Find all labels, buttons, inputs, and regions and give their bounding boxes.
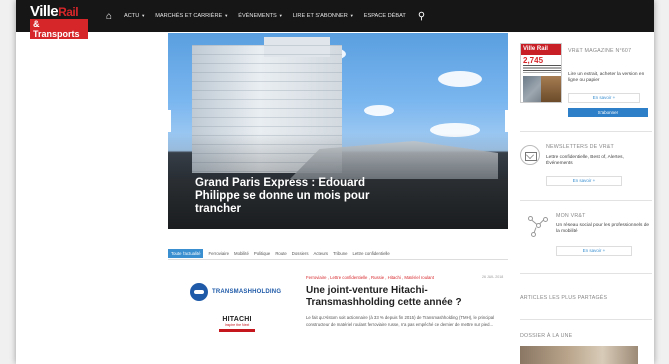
chevron-down-icon: ▼ xyxy=(278,13,283,18)
magazine-cover[interactable]: Ville Rail 2,745 xyxy=(520,43,562,103)
tab-route[interactable]: Route xyxy=(275,251,286,256)
search-icon[interactable]: ⚲ xyxy=(418,11,425,22)
tab-mobilite[interactable]: Mobilité xyxy=(234,251,249,256)
divider xyxy=(520,273,652,274)
divider xyxy=(168,259,508,260)
mail-icon xyxy=(520,145,540,165)
chevron-down-icon: ▼ xyxy=(224,13,229,18)
magazine-text: Lire un extrait, acheter la version en l… xyxy=(568,72,645,83)
transmashholding-logo[interactable]: TRANSMASHHOLDING xyxy=(190,283,290,303)
transmashholding-emblem xyxy=(190,283,208,301)
article-excerpt: Le fait qu'Alstom soit actionnaire (à 33… xyxy=(306,315,495,327)
hero-headline[interactable]: Grand Paris Express : Edouard Philippe s… xyxy=(195,177,395,216)
slider-prev-tab[interactable] xyxy=(168,110,171,132)
tab-toute-actualite[interactable]: Toute l'actualité xyxy=(168,248,204,258)
article-tags[interactable]: Ferroviaire , Lettre confidentielle , Ru… xyxy=(306,275,434,280)
article-title[interactable]: Une joint-venture Hitachi-Transmashholdi… xyxy=(306,285,502,309)
chevron-down-icon: ▼ xyxy=(349,13,354,18)
most-shared-heading: ARTICLES LES PLUS PARTAGÉS xyxy=(520,295,608,301)
chevron-down-icon: ▼ xyxy=(141,13,146,18)
logo-ville: Ville xyxy=(30,3,59,20)
home-icon[interactable]: ⌂ xyxy=(102,11,116,22)
tab-politique[interactable]: Politique xyxy=(254,251,270,256)
network-icon xyxy=(528,215,548,237)
top-navigation-bar: VilleRail & Transports ⌂ ACTU ▼ MARCHÉS E… xyxy=(16,0,654,39)
nav-item-abonner[interactable]: LIRE ET S'ABONNER ▼ xyxy=(293,13,354,19)
hitachi-logo[interactable]: HITACHI Inspire the Next xyxy=(217,316,257,338)
main-menu: ⌂ ACTU ▼ MARCHÉS ET CARRIÈRE ▼ ÉVÉNEMENTS ▼… xyxy=(102,0,425,32)
newsletters-heading: NEWSLETTERS DE VR&T xyxy=(546,144,614,150)
tab-tribune[interactable]: Tribune xyxy=(333,251,347,256)
tab-lettre-confidentielle[interactable]: Lettre confidentielle xyxy=(353,251,390,256)
magazine-heading: VR&T MAGAZINE N°607 xyxy=(568,48,632,54)
mon-vrt-heading: MON VR&T xyxy=(556,213,586,219)
cloud xyxy=(364,105,394,116)
dossier-heading: DOSSIER À LA UNE xyxy=(520,333,573,339)
tab-acteurs[interactable]: Acteurs xyxy=(314,251,329,256)
newsletters-text: Lettre confidentielle, Best of, Alertes,… xyxy=(546,155,624,166)
browser-page: VilleRail & Transports ⌂ ACTU ▼ MARCHÉS E… xyxy=(16,0,654,364)
nav-item-evenements[interactable]: ÉVÉNEMENTS ▼ xyxy=(238,13,283,19)
tab-ferroviaire[interactable]: Ferroviaire xyxy=(208,251,229,256)
subscribe-button[interactable]: S'abonner xyxy=(568,108,648,117)
newsletters-more-button[interactable]: En savoir + xyxy=(546,176,622,186)
nav-item-espace-debat[interactable]: ESPACE DÉBAT xyxy=(364,13,406,19)
cloud xyxy=(438,71,482,87)
divider xyxy=(520,131,652,132)
nav-item-marches[interactable]: MARCHÉS ET CARRIÈRE ▼ xyxy=(155,13,228,19)
site-logo[interactable]: VilleRail & Transports xyxy=(30,3,88,39)
nav-item-actu[interactable]: ACTU ▼ xyxy=(124,13,145,19)
mon-vrt-text: Un réseau social pour les professionnels… xyxy=(556,223,650,234)
slider-next-tab[interactable] xyxy=(505,110,508,132)
sidebar: Ville Rail 2,745 VR&T MAGAZINE N°607 Lir… xyxy=(516,33,654,364)
dossier-image[interactable] xyxy=(520,346,638,364)
magazine-more-button[interactable]: En savoir + xyxy=(568,93,640,103)
logo-transports: & Transports xyxy=(30,19,88,39)
divider xyxy=(520,319,652,320)
logo-rail: Rail xyxy=(58,5,79,19)
tab-dossiers[interactable]: Dossiers xyxy=(292,251,309,256)
mon-vrt-more-button[interactable]: En savoir + xyxy=(556,246,632,256)
article-date: 26 JUIL 2018 xyxy=(482,275,504,279)
divider xyxy=(520,200,652,201)
category-tabs: Toute l'actualité Ferroviaire Mobilité P… xyxy=(168,248,395,258)
hero-article[interactable]: Grand Paris Express : Edouard Philippe s… xyxy=(168,33,508,229)
